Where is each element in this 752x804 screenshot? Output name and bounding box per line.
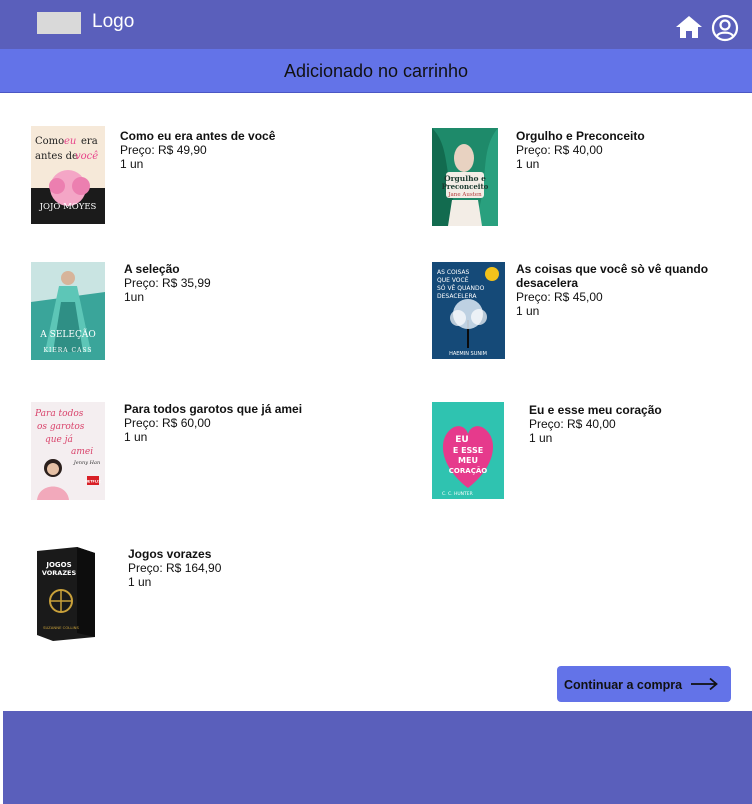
cover-title-text: VORAZES <box>42 569 77 577</box>
cart-item-info: Orgulho e Preconceito Preço: R$ 40,00 1 … <box>516 129 731 171</box>
cart-item-info: A seleção Preço: R$ 35,99 1un <box>124 262 344 304</box>
cover-author-text: SUZANNE COLLINS <box>43 625 79 630</box>
banner-title: Adicionado no carrinho <box>283 61 469 81</box>
top-header: Logo <box>0 0 752 49</box>
cover-author-text: HAEMIN SUNIM <box>449 351 487 357</box>
cover-title-text: antes de <box>35 151 78 162</box>
item-title: As coisas que você sò vê quando desacele… <box>516 262 709 290</box>
cover-author-text: C. C. HUNTER <box>442 491 473 497</box>
cover-title-text: AS COISAS <box>437 269 470 276</box>
item-quantity: 1 un <box>516 157 540 171</box>
item-title: Como eu era antes de você <box>120 129 276 143</box>
cart-item-info: Como eu era antes de você Preço: R$ 49,9… <box>120 129 350 171</box>
item-price: Preço: R$ 45,00 <box>516 290 603 304</box>
cover-title-text: QUE VOCÊ <box>437 276 469 284</box>
book-cover-image[interactable]: A SELEÇÃO KIERA CASS <box>31 262 105 360</box>
item-price: Preço: R$ 40,00 <box>516 143 603 157</box>
cart-item[interactable]: Como eu era antes de você JOJO MOYES Com… <box>31 126 351 226</box>
logo-label[interactable]: Logo <box>92 11 134 33</box>
item-title: Para todos garotos que já amei <box>124 402 303 416</box>
cover-title-text: CORAÇÃO <box>449 466 487 475</box>
logo-placeholder-image[interactable] <box>37 12 81 34</box>
item-price: Preço: R$ 60,00 <box>124 416 211 430</box>
arrow-right-icon <box>691 677 718 691</box>
cart-item-info: Jogos vorazes Preço: R$ 164,90 1 un <box>128 547 348 589</box>
user-circle-icon[interactable] <box>711 14 739 42</box>
item-price: Preço: R$ 164,90 <box>128 561 222 575</box>
cart-item[interactable]: A SELEÇÃO KIERA CASS A seleção Preço: R$… <box>31 262 351 362</box>
cover-title-text: Para todos <box>34 409 84 419</box>
cart-item[interactable]: EU E ESSE MEU CORAÇÃO C. C. HUNTER Eu e … <box>432 402 732 502</box>
item-price: Preço: R$ 49,90 <box>120 143 207 157</box>
cover-title-text: MEU <box>458 456 478 465</box>
item-quantity: 1 un <box>128 575 152 589</box>
cover-title-text: era <box>81 136 98 147</box>
netflix-badge: NETFLIX <box>85 480 101 484</box>
cover-title-text: E ESSE <box>453 446 483 455</box>
continue-purchase-label: Continuar a compra <box>564 678 683 692</box>
cover-title-text: JOGOS <box>45 561 71 569</box>
cover-author-text: KIERA CASS <box>43 347 92 354</box>
book-cover-image[interactable]: Como eu era antes de você JOJO MOYES <box>31 126 105 224</box>
item-quantity: 1 un <box>124 430 148 444</box>
cover-title-text: Como <box>35 136 64 147</box>
book-cover-image[interactable]: AS COISAS QUE VOCÊ SÓ VÊ QUANDO DESACELE… <box>432 262 505 359</box>
book-cover-image[interactable]: Orgulho e Preconceito Jane Austen <box>432 128 498 226</box>
item-title: Jogos vorazes <box>128 547 212 561</box>
cover-author-text: JOJO MOYES <box>39 202 97 212</box>
item-price: Preço: R$ 40,00 <box>529 417 616 431</box>
cover-title-text: SÓ VÊ QUANDO <box>437 284 485 292</box>
cover-author-text: Jane Austen <box>447 192 482 198</box>
cart-item-info: Para todos garotos que já amei Preço: R$… <box>124 402 344 444</box>
cover-title-text: EU <box>455 435 468 445</box>
book-cover-image[interactable]: JOGOS VORAZES SUZANNE COLLINS <box>31 545 111 641</box>
item-quantity: 1un <box>124 290 145 304</box>
cart-item-info: Eu e esse meu coração Preço: R$ 40,00 1 … <box>529 403 729 445</box>
page-footer <box>3 711 752 804</box>
cart-item[interactable]: Orgulho e Preconceito Jane Austen Orgulh… <box>432 128 732 228</box>
continue-purchase-button[interactable]: Continuar a compra <box>557 666 731 702</box>
item-quantity: 1 un <box>120 157 144 171</box>
cover-title-text: eu <box>64 136 76 147</box>
cover-title-text: você <box>75 151 98 162</box>
item-title: A seleção <box>124 262 180 276</box>
item-title: Eu e esse meu coração <box>529 403 662 417</box>
home-icon[interactable] <box>675 14 703 40</box>
book-cover-image[interactable]: Para todos os garotos que já amei NETFLI… <box>31 402 105 500</box>
item-title: Orgulho e Preconceito <box>516 129 645 143</box>
cart-item[interactable]: JOGOS VORAZES SUZANNE COLLINS Jogos vora… <box>31 545 351 645</box>
cover-author-text: Jenny Han <box>73 460 100 466</box>
cover-title-text: amei <box>71 447 93 457</box>
cart-added-banner: Adicionado no carrinho <box>0 49 752 93</box>
cart-item[interactable]: Para todos os garotos que já amei NETFLI… <box>31 402 351 502</box>
cover-title-text: Preconceito <box>442 182 489 191</box>
cover-title-text: que já <box>45 434 73 445</box>
item-price: Preço: R$ 35,99 <box>124 276 211 290</box>
cover-title-text: os garotos <box>37 422 85 432</box>
cart-item-info: As coisas que você sò vê quando desacele… <box>516 262 731 318</box>
item-quantity: 1 un <box>529 431 553 445</box>
cover-title-text: DESACELERA <box>437 293 477 300</box>
cover-title-text: A SELEÇÃO <box>39 328 95 340</box>
item-quantity: 1 un <box>516 304 540 318</box>
book-cover-image[interactable]: EU E ESSE MEU CORAÇÃO C. C. HUNTER <box>432 402 504 499</box>
cart-item[interactable]: AS COISAS QUE VOCÊ SÓ VÊ QUANDO DESACELE… <box>432 262 732 362</box>
